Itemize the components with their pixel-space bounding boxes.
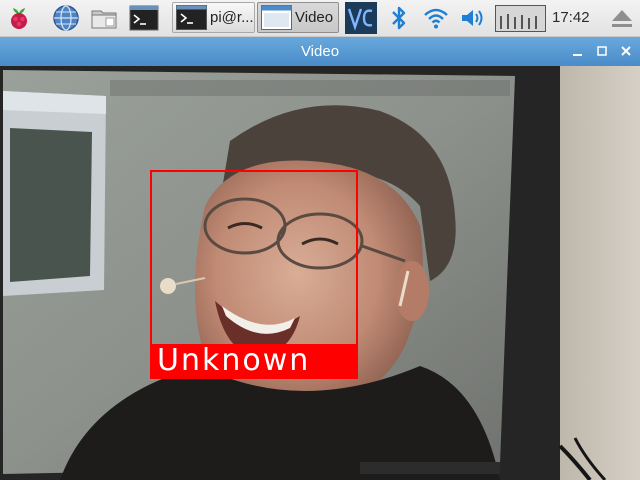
bluetooth-icon[interactable] bbox=[384, 3, 414, 33]
window-title: Video bbox=[300, 43, 340, 60]
raspberry-menu-icon[interactable] bbox=[4, 3, 34, 33]
maximize-icon[interactable] bbox=[594, 43, 610, 59]
window-titlebar[interactable]: Video bbox=[0, 37, 640, 66]
volume-icon[interactable] bbox=[458, 3, 488, 33]
vnc-icon[interactable] bbox=[344, 1, 378, 35]
minimize-icon[interactable] bbox=[570, 43, 586, 59]
clock[interactable]: 17:42 bbox=[552, 9, 590, 26]
taskbar-button-terminal[interactable]: pi@r... bbox=[172, 2, 255, 33]
eject-icon[interactable] bbox=[607, 3, 637, 33]
taskbar-button-label: pi@r... bbox=[210, 9, 254, 26]
web-browser-icon[interactable] bbox=[51, 3, 81, 33]
terminal-icon[interactable] bbox=[129, 3, 159, 33]
terminal-icon bbox=[176, 5, 207, 30]
taskbar-button-video[interactable]: Video bbox=[257, 2, 339, 33]
taskbar: pi@r... Video 17:42 bbox=[0, 0, 640, 37]
cpu-monitor-icon bbox=[495, 5, 546, 32]
video-frame: Unknown bbox=[0, 66, 640, 480]
taskbar-button-label: Video bbox=[295, 9, 334, 26]
face-label: Unknown bbox=[157, 343, 311, 378]
close-icon[interactable] bbox=[618, 43, 634, 59]
wifi-icon[interactable] bbox=[421, 3, 451, 33]
file-manager-icon[interactable] bbox=[89, 3, 119, 33]
window-icon bbox=[261, 5, 292, 30]
